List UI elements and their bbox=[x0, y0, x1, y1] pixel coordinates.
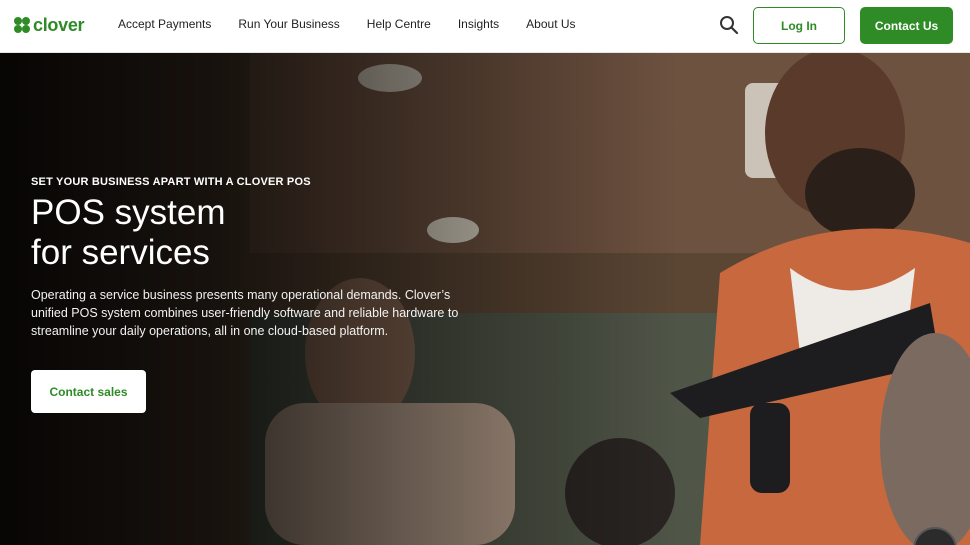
main-nav: Accept Payments Run Your Business Help C… bbox=[118, 17, 603, 31]
nav-item-help-centre[interactable]: Help Centre bbox=[367, 17, 431, 31]
hero-headline-line1: POS system bbox=[31, 193, 226, 232]
logo-text: clover bbox=[33, 14, 85, 35]
hero-eyebrow: SET YOUR BUSINESS APART WITH A CLOVER PO… bbox=[31, 176, 311, 188]
contact-us-button[interactable]: Contact Us bbox=[860, 7, 953, 44]
contact-sales-button[interactable]: Contact sales bbox=[31, 370, 146, 413]
hero-section: SET YOUR BUSINESS APART WITH A CLOVER PO… bbox=[0, 53, 970, 545]
nav-item-about-us[interactable]: About Us bbox=[526, 17, 575, 31]
clover-leaf-icon bbox=[14, 17, 30, 33]
clover-logo[interactable]: clover bbox=[13, 14, 85, 36]
login-button[interactable]: Log In bbox=[753, 7, 845, 44]
hero-description: Operating a service business presents ma… bbox=[31, 288, 459, 338]
nav-item-insights[interactable]: Insights bbox=[458, 17, 499, 31]
search-icon[interactable] bbox=[719, 15, 739, 35]
nav-item-run-your-business[interactable]: Run Your Business bbox=[238, 17, 339, 31]
site-header: clover Accept Payments Run Your Business… bbox=[0, 0, 970, 53]
hero-headline: POS system for services bbox=[31, 193, 371, 273]
hero-headline-line2: for services bbox=[31, 233, 210, 272]
nav-item-accept-payments[interactable]: Accept Payments bbox=[118, 17, 211, 31]
